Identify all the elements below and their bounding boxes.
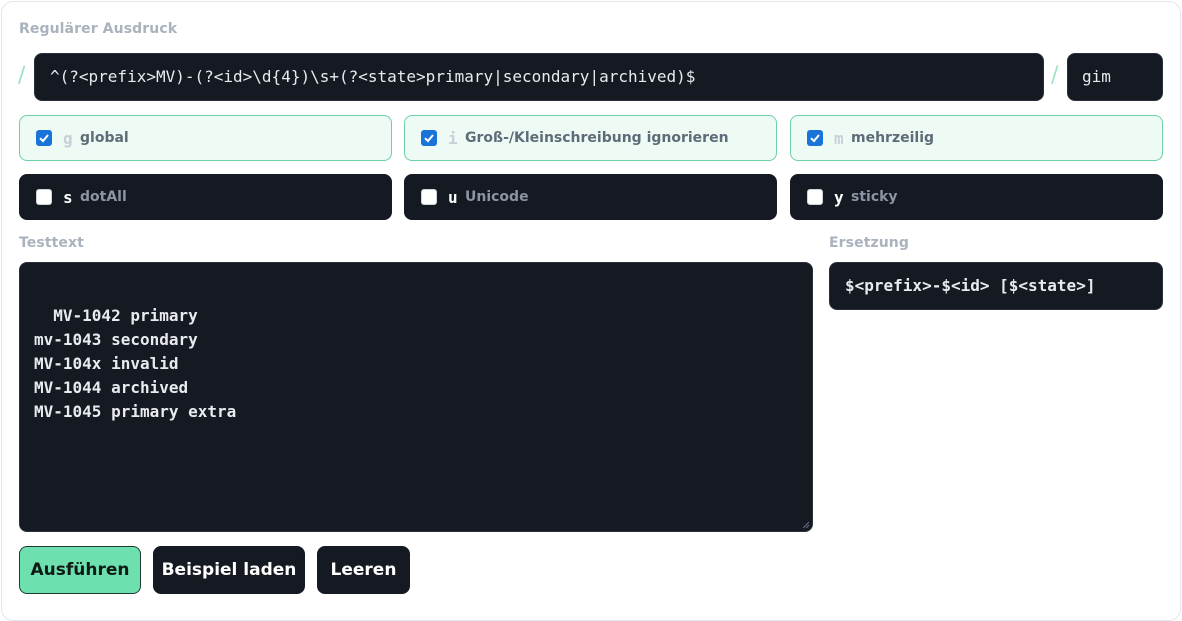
flag-name: global	[80, 130, 129, 146]
flag-toggle-global[interactable]: g global	[19, 115, 392, 161]
checkbox-checked-icon[interactable]	[36, 130, 52, 146]
checkbox-checked-icon[interactable]	[807, 130, 823, 146]
clear-button[interactable]: Leeren	[317, 546, 410, 594]
testtext-label: Testtext	[19, 235, 84, 251]
regex-section-label: Regulärer Ausdruck	[19, 21, 178, 37]
flag-toggle-dotall[interactable]: s dotAll	[19, 174, 392, 220]
flag-name: sticky	[851, 189, 898, 205]
flag-toggle-multiline[interactable]: m mehrzeilig	[790, 115, 1163, 161]
regex-input[interactable]: ^(?<prefix>MV)-(?<id>\d{4})\s+(?<state>p…	[34, 53, 1044, 101]
checkbox-unchecked-icon[interactable]	[807, 189, 823, 205]
flag-toggle-ignore-case[interactable]: i Groß-/Kleinschreibung ignorieren	[404, 115, 777, 161]
run-button[interactable]: Ausführen	[19, 546, 141, 594]
flag-name: Unicode	[465, 189, 529, 205]
checkbox-unchecked-icon[interactable]	[421, 189, 437, 205]
flag-toggle-unicode[interactable]: u Unicode	[404, 174, 777, 220]
flag-letter: m	[834, 128, 844, 148]
flags-input[interactable]: gim	[1067, 53, 1163, 101]
flag-letter: s	[63, 187, 73, 207]
checkbox-checked-icon[interactable]	[421, 130, 437, 146]
flag-letter: y	[834, 187, 844, 207]
flag-name: dotAll	[80, 189, 127, 205]
replacement-label: Ersetzung	[829, 235, 909, 251]
checkbox-unchecked-icon[interactable]	[36, 189, 52, 205]
flag-name: Groß-/Kleinschreibung ignorieren	[465, 130, 729, 146]
flag-toggle-sticky[interactable]: y sticky	[790, 174, 1163, 220]
resize-grip-icon[interactable]	[802, 521, 810, 529]
flag-name: mehrzeilig	[851, 130, 935, 146]
load-example-button[interactable]: Beispiel laden	[153, 546, 305, 594]
flag-letter: u	[448, 187, 458, 207]
flag-letter: g	[63, 128, 73, 148]
testtext-value: MV-1042 primary mv-1043 secondary MV-104…	[34, 306, 237, 421]
regex-slash-close: /	[1051, 63, 1059, 88]
testtext-textarea[interactable]: MV-1042 primary mv-1043 secondary MV-104…	[19, 262, 813, 532]
replacement-input[interactable]: $<prefix>-$<id> [$<state>]	[829, 262, 1163, 310]
regex-slash-open: /	[18, 63, 26, 88]
flag-letter: i	[448, 128, 458, 148]
